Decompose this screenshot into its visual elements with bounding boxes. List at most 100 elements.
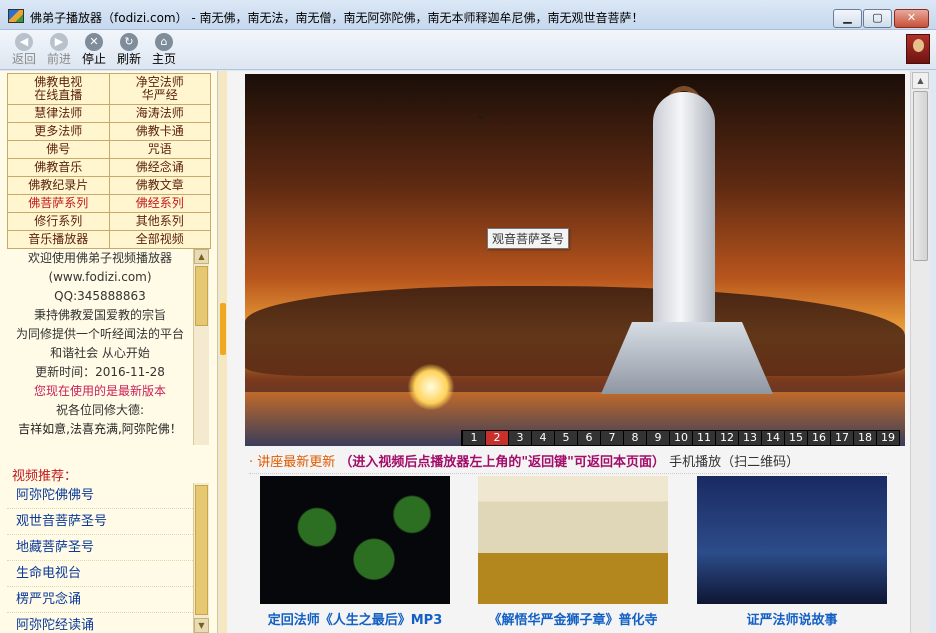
video-grid: 定回法师《人生之最后》MP3 《解悟华严金狮子章》普化寺 证严法师说故事 bbox=[260, 476, 900, 632]
maximize-button[interactable]: ▢ bbox=[863, 9, 892, 28]
banner-pager: 1 2 3 4 5 6 7 8 9 10 11 12 13 14 15 16 1… bbox=[461, 430, 900, 446]
scroll-thumb[interactable] bbox=[195, 266, 208, 326]
page-button[interactable]: 10 bbox=[670, 431, 692, 445]
collapse-handle[interactable] bbox=[220, 303, 226, 355]
left-panel: 佛教电视 在线直播 净空法师 华严经 慧律法师 海涛法师 更多法师 佛教卡通 佛… bbox=[0, 71, 218, 633]
main-content: ⌄ ⌄ ⌄ 观音菩萨圣号 1 2 3 4 5 6 7 8 9 10 11 12 … bbox=[227, 71, 910, 633]
page-button[interactable]: 8 bbox=[624, 431, 646, 445]
nav-item-articles[interactable]: 佛教文章 bbox=[108, 176, 211, 195]
nav-item-music-player[interactable]: 音乐播放器 bbox=[7, 230, 110, 249]
page-button-active[interactable]: 2 bbox=[486, 431, 508, 445]
avatar[interactable] bbox=[906, 34, 930, 64]
guanyin-statue bbox=[653, 92, 715, 332]
nav-item-bodhisattva-series[interactable]: 佛菩萨系列 bbox=[7, 194, 110, 213]
video-thumbnail[interactable] bbox=[697, 476, 887, 604]
page-button[interactable]: 13 bbox=[739, 431, 761, 445]
welcome-line: 欢迎使用佛弟子视频播放器 bbox=[27, 251, 172, 265]
list-item[interactable]: 阿弥陀经读诵 bbox=[7, 613, 193, 633]
main-scrollbar[interactable]: ▲ bbox=[910, 71, 930, 633]
banner-tooltip: 观音菩萨圣号 bbox=[487, 228, 570, 249]
scroll-down-icon[interactable]: ▼ bbox=[194, 618, 209, 633]
list-item[interactable]: 楞严咒念诵 bbox=[7, 587, 193, 613]
page-button[interactable]: 4 bbox=[532, 431, 554, 445]
nav-item-buddhist-tv[interactable]: 佛教电视 在线直播 bbox=[7, 73, 110, 105]
welcome-line: 吉祥如意,法喜充满,阿弥陀佛！ bbox=[18, 422, 182, 436]
video-card[interactable]: 《解悟华严金狮子章》普化寺 bbox=[478, 476, 668, 628]
nav-item-other-series[interactable]: 其他系列 bbox=[108, 212, 211, 231]
nav-item-all-videos[interactable]: 全部视频 bbox=[108, 230, 211, 249]
nav-item-practice-series[interactable]: 修行系列 bbox=[7, 212, 110, 231]
page-button[interactable]: 12 bbox=[716, 431, 738, 445]
page-button[interactable]: 11 bbox=[693, 431, 715, 445]
list-item[interactable]: 观世音菩萨圣号 bbox=[7, 509, 193, 535]
page-button[interactable]: 6 bbox=[578, 431, 600, 445]
nav-item-documentaries[interactable]: 佛教纪录片 bbox=[7, 176, 110, 195]
banner-slideshow[interactable]: ⌄ ⌄ ⌄ 观音菩萨圣号 1 2 3 4 5 6 7 8 9 10 11 12 … bbox=[245, 74, 905, 446]
page-button[interactable]: 3 bbox=[509, 431, 531, 445]
nav-item-jingkong-huayan[interactable]: 净空法师 华严经 bbox=[108, 73, 211, 105]
nav-item-huilv[interactable]: 慧律法师 bbox=[7, 104, 110, 123]
panel-splitter[interactable] bbox=[219, 71, 227, 633]
bird-icon: ⌄ bbox=[405, 85, 417, 101]
list-item[interactable]: 生命电视台 bbox=[7, 561, 193, 587]
nav-item-sutra-chant[interactable]: 佛经念诵 bbox=[108, 158, 211, 177]
page-button[interactable]: 14 bbox=[762, 431, 784, 445]
page-button[interactable]: 17 bbox=[831, 431, 853, 445]
page-button[interactable]: 19 bbox=[877, 431, 899, 445]
page-button[interactable]: 1 bbox=[463, 431, 485, 445]
page-button[interactable]: 15 bbox=[785, 431, 807, 445]
video-thumbnail[interactable] bbox=[260, 476, 450, 604]
page-button[interactable]: 16 bbox=[808, 431, 830, 445]
recommend-scrollbar[interactable]: ▼ bbox=[193, 483, 209, 633]
window-title: 佛弟子播放器（fodizi.com） - 南无佛，南无法，南无僧，南无阿弥陀佛，… bbox=[30, 11, 644, 25]
nav-item-cartoons[interactable]: 佛教卡通 bbox=[108, 122, 211, 141]
scroll-up-icon[interactable]: ▲ bbox=[912, 72, 929, 89]
home-icon: ⌂ bbox=[155, 33, 173, 51]
refresh-button[interactable]: ↻ 刷新 bbox=[113, 32, 145, 66]
return-notice: （进入视频后点播放器左上角的"返回键"可返回本页面） bbox=[339, 455, 665, 470]
welcome-scrollbar[interactable]: ▲ bbox=[193, 249, 209, 445]
page-button[interactable]: 7 bbox=[601, 431, 623, 445]
scroll-up-icon[interactable]: ▲ bbox=[194, 249, 209, 264]
video-caption[interactable]: 定回法师《人生之最后》MP3 bbox=[260, 609, 450, 628]
scroll-thumb[interactable] bbox=[913, 91, 928, 261]
close-button[interactable]: ✕ bbox=[894, 9, 929, 28]
bird-icon: ⌄ bbox=[443, 87, 455, 103]
video-card[interactable]: 证严法师说故事 bbox=[697, 476, 887, 628]
nav-item-buddha-name[interactable]: 佛号 bbox=[7, 140, 110, 159]
bird-icon: ⌄ bbox=[475, 107, 487, 123]
scroll-thumb[interactable] bbox=[195, 485, 208, 615]
list-item[interactable]: 地藏菩萨圣号 bbox=[7, 535, 193, 561]
forward-button[interactable]: ▶ 前进 bbox=[43, 32, 75, 66]
stop-label: 停止 bbox=[81, 52, 106, 66]
page-button[interactable]: 9 bbox=[647, 431, 669, 445]
back-button[interactable]: ◀ 返回 bbox=[8, 32, 40, 66]
updates-bar: · 讲座最新更新 （进入视频后点播放器左上角的"返回键"可返回本页面） 手机播放… bbox=[249, 451, 889, 474]
video-thumbnail[interactable] bbox=[478, 476, 668, 604]
nav-item-more-masters[interactable]: 更多法师 bbox=[7, 122, 110, 141]
toolbar: ◀ 返回 ▶ 前进 ✕ 停止 ↻ 刷新 ⌂ 主页 bbox=[0, 30, 936, 70]
nav-item-haitao[interactable]: 海涛法师 bbox=[108, 104, 211, 123]
page-button[interactable]: 18 bbox=[854, 431, 876, 445]
stop-button[interactable]: ✕ 停止 bbox=[78, 32, 110, 66]
welcome-line: 祝各位同修大德: bbox=[55, 403, 145, 417]
title-bar: 佛弟子播放器（fodizi.com） - 南无佛，南无法，南无僧，南无阿弥陀佛，… bbox=[0, 0, 936, 30]
version-status: 您现在使用的是最新版本 bbox=[33, 384, 166, 398]
welcome-website: (www.fodizi.com) bbox=[48, 270, 152, 284]
mobile-play-link[interactable]: 手机播放（扫二维码） bbox=[669, 455, 799, 470]
divider bbox=[249, 473, 889, 474]
nav-item-music[interactable]: 佛教音乐 bbox=[7, 158, 110, 177]
list-item[interactable]: 阿弥陀佛佛号 bbox=[7, 483, 193, 509]
video-caption[interactable]: 证严法师说故事 bbox=[697, 609, 887, 628]
home-button[interactable]: ⌂ 主页 bbox=[148, 32, 180, 66]
recommend-list: 阿弥陀佛佛号 观世音菩萨圣号 地藏菩萨圣号 生命电视台 楞严咒念诵 阿弥陀经读诵 bbox=[7, 483, 193, 633]
minimize-button[interactable]: ▁ bbox=[833, 9, 862, 28]
video-card[interactable]: 定回法师《人生之最后》MP3 bbox=[260, 476, 450, 628]
welcome-line: 为同修提供一个听经闻法的平台 bbox=[15, 327, 184, 341]
page-button[interactable]: 5 bbox=[555, 431, 577, 445]
refresh-icon: ↻ bbox=[120, 33, 138, 51]
nav-item-mantras[interactable]: 咒语 bbox=[108, 140, 211, 159]
video-caption[interactable]: 《解悟华严金狮子章》普化寺 bbox=[478, 609, 668, 628]
welcome-line: 秉持佛教爱国爱教的宗旨 bbox=[33, 308, 166, 322]
nav-item-sutra-series[interactable]: 佛经系列 bbox=[108, 194, 211, 213]
